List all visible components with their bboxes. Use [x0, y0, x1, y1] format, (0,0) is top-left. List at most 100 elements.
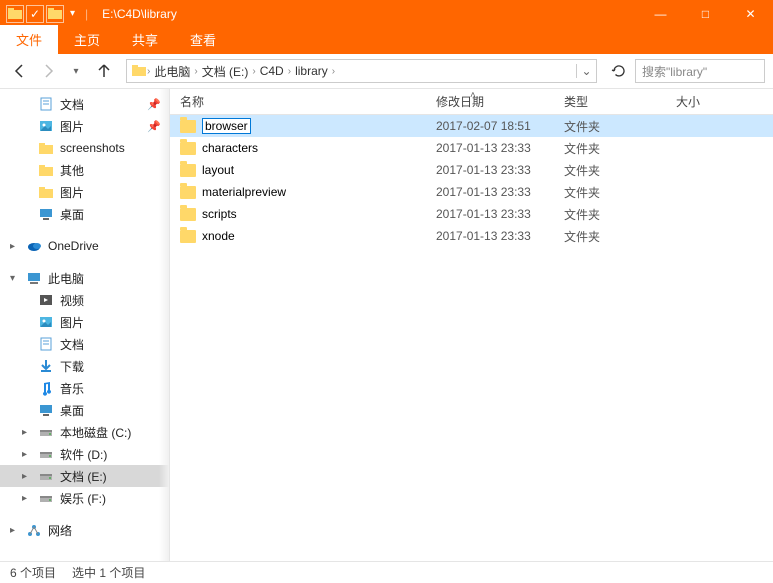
- history-dropdown-icon[interactable]: ▾: [64, 59, 88, 83]
- search-input[interactable]: 搜索"library": [635, 59, 765, 83]
- up-button[interactable]: [92, 59, 116, 83]
- window-title: E:\C4D\library: [102, 7, 177, 21]
- pic-icon: [38, 118, 54, 134]
- forward-button[interactable]: [36, 59, 60, 83]
- expand-icon[interactable]: ▸: [22, 471, 32, 482]
- tree-item-label: OneDrive: [48, 239, 99, 253]
- tab-file[interactable]: 文件: [0, 25, 58, 54]
- folder-icon: [180, 230, 196, 243]
- expand-icon[interactable]: ▾: [10, 273, 20, 284]
- col-date[interactable]: 修改日期: [426, 93, 554, 110]
- folder-icon: [6, 5, 24, 23]
- tree-item-label: 文档: [60, 336, 84, 353]
- minimize-button[interactable]: —: [638, 0, 683, 27]
- tree-item-label: 图片: [60, 118, 84, 135]
- tree-item-label: 图片: [60, 314, 84, 331]
- tree-item[interactable]: 音乐: [0, 377, 169, 399]
- tree-item[interactable]: 桌面: [0, 399, 169, 421]
- table-row[interactable]: characters2017-01-13 23:33文件夹: [170, 137, 773, 159]
- tree-item[interactable]: 桌面: [0, 203, 169, 225]
- download-icon: [38, 358, 54, 374]
- sort-indicator-icon: ˄: [470, 90, 476, 101]
- col-type[interactable]: 类型: [554, 93, 666, 110]
- tree-item[interactable]: 文档 📌: [0, 93, 169, 115]
- desktop-icon: [38, 402, 54, 418]
- tree-item-label: 图片: [60, 184, 84, 201]
- drive-icon: [38, 446, 54, 462]
- tree-item-label: 本地磁盘 (C:): [60, 424, 131, 441]
- tree-item[interactable]: 图片 📌: [0, 115, 169, 137]
- video-icon: [38, 292, 54, 308]
- col-name[interactable]: 名称: [170, 93, 426, 110]
- table-row[interactable]: materialpreview2017-01-13 23:33文件夹: [170, 181, 773, 203]
- tree-item-label: 文档: [60, 96, 84, 113]
- file-list[interactable]: browser2017-02-07 18:51文件夹 characters 2017…: [170, 115, 773, 561]
- table-row[interactable]: scripts2017-01-13 23:33文件夹: [170, 203, 773, 225]
- breadcrumb[interactable]: › 此电脑 › 文档 (E:) › C4D › library › ⌄: [126, 59, 597, 83]
- tree-item[interactable]: ▸网络: [0, 519, 169, 541]
- tree-item[interactable]: ▸娱乐 (F:): [0, 487, 169, 509]
- file-date: 2017-02-07 18:51: [426, 119, 554, 133]
- file-type: 文件夹: [554, 228, 666, 245]
- status-selected: 选中 1 个项目: [72, 564, 145, 581]
- folder-icon: [131, 63, 147, 79]
- qat-new-folder[interactable]: [46, 5, 64, 23]
- navigation-tree[interactable]: 文档📌图片📌screenshots其他图片桌面▸OneDrive▾此电脑视频图片…: [0, 89, 170, 561]
- back-button[interactable]: [8, 59, 32, 83]
- folder-icon: [180, 164, 196, 177]
- status-bar: 6 个项目 选中 1 个项目: [0, 561, 773, 583]
- tree-item[interactable]: 下载: [0, 355, 169, 377]
- tree-item[interactable]: ▸ 本地磁盘 (C:): [0, 421, 169, 443]
- expand-icon[interactable]: ▸: [22, 427, 32, 438]
- table-row[interactable]: browser2017-02-07 18:51文件夹: [170, 115, 773, 137]
- tree-item-label: screenshots: [60, 141, 125, 155]
- tree-item[interactable]: ▸ OneDrive: [0, 235, 169, 257]
- onedrive-icon: [26, 238, 42, 254]
- close-button[interactable]: ✕: [728, 0, 773, 27]
- crumb-c4d[interactable]: C4D: [256, 64, 288, 78]
- tree-item[interactable]: 图片: [0, 311, 169, 333]
- expand-icon[interactable]: ▸: [10, 241, 20, 252]
- tree-item[interactable]: ▸文档 (E:): [0, 465, 169, 487]
- qat-properties[interactable]: ✓: [26, 5, 44, 23]
- expand-icon[interactable]: ▸: [10, 525, 20, 536]
- folder-icon: [180, 186, 196, 199]
- tree-item[interactable]: 其他: [0, 159, 169, 181]
- crumb-drive[interactable]: 文档 (E:): [198, 63, 253, 80]
- table-row[interactable]: xnode2017-01-13 23:33文件夹: [170, 225, 773, 247]
- maximize-button[interactable]: □: [683, 0, 728, 27]
- expand-icon[interactable]: ▸: [22, 449, 32, 460]
- doc-icon: [38, 336, 54, 352]
- address-dropdown-icon[interactable]: ⌄: [576, 64, 596, 78]
- tree-item[interactable]: ▸软件 (D:): [0, 443, 169, 465]
- folder-icon: [180, 208, 196, 221]
- tab-share[interactable]: 共享: [116, 25, 174, 54]
- tab-home[interactable]: 主页: [58, 25, 116, 54]
- tree-item[interactable]: ▾此电脑: [0, 267, 169, 289]
- pin-icon[interactable]: 📌: [147, 120, 161, 133]
- qat-dropdown-icon[interactable]: ▾: [66, 8, 79, 19]
- content-pane: 名称 ˄ 修改日期 类型 大小 browser2017-02-07 18:51文…: [170, 89, 773, 561]
- search-placeholder: 搜索"library": [642, 63, 707, 80]
- crumb-library[interactable]: library: [291, 64, 332, 78]
- pc-icon: [26, 270, 42, 286]
- file-date: 2017-01-13 23:33: [426, 141, 554, 155]
- file-name: characters: [202, 141, 258, 155]
- network-icon: [26, 522, 42, 538]
- tree-item[interactable]: screenshots: [0, 137, 169, 159]
- file-name: layout: [202, 163, 234, 177]
- tree-item-label: 下载: [60, 358, 84, 375]
- table-row[interactable]: layout2017-01-13 23:33文件夹: [170, 159, 773, 181]
- refresh-button[interactable]: [607, 59, 631, 83]
- file-name: scripts: [202, 207, 237, 221]
- tab-view[interactable]: 查看: [174, 25, 232, 54]
- tree-item-label: 音乐: [60, 380, 84, 397]
- tree-item[interactable]: 图片: [0, 181, 169, 203]
- crumb-thispc[interactable]: 此电脑: [150, 63, 194, 80]
- expand-icon[interactable]: ▸: [22, 493, 32, 504]
- col-size[interactable]: 大小: [666, 93, 746, 110]
- tree-item[interactable]: 文档: [0, 333, 169, 355]
- tree-item[interactable]: 视频: [0, 289, 169, 311]
- chevron-right-icon[interactable]: ›: [332, 66, 335, 77]
- pin-icon[interactable]: 📌: [147, 98, 161, 111]
